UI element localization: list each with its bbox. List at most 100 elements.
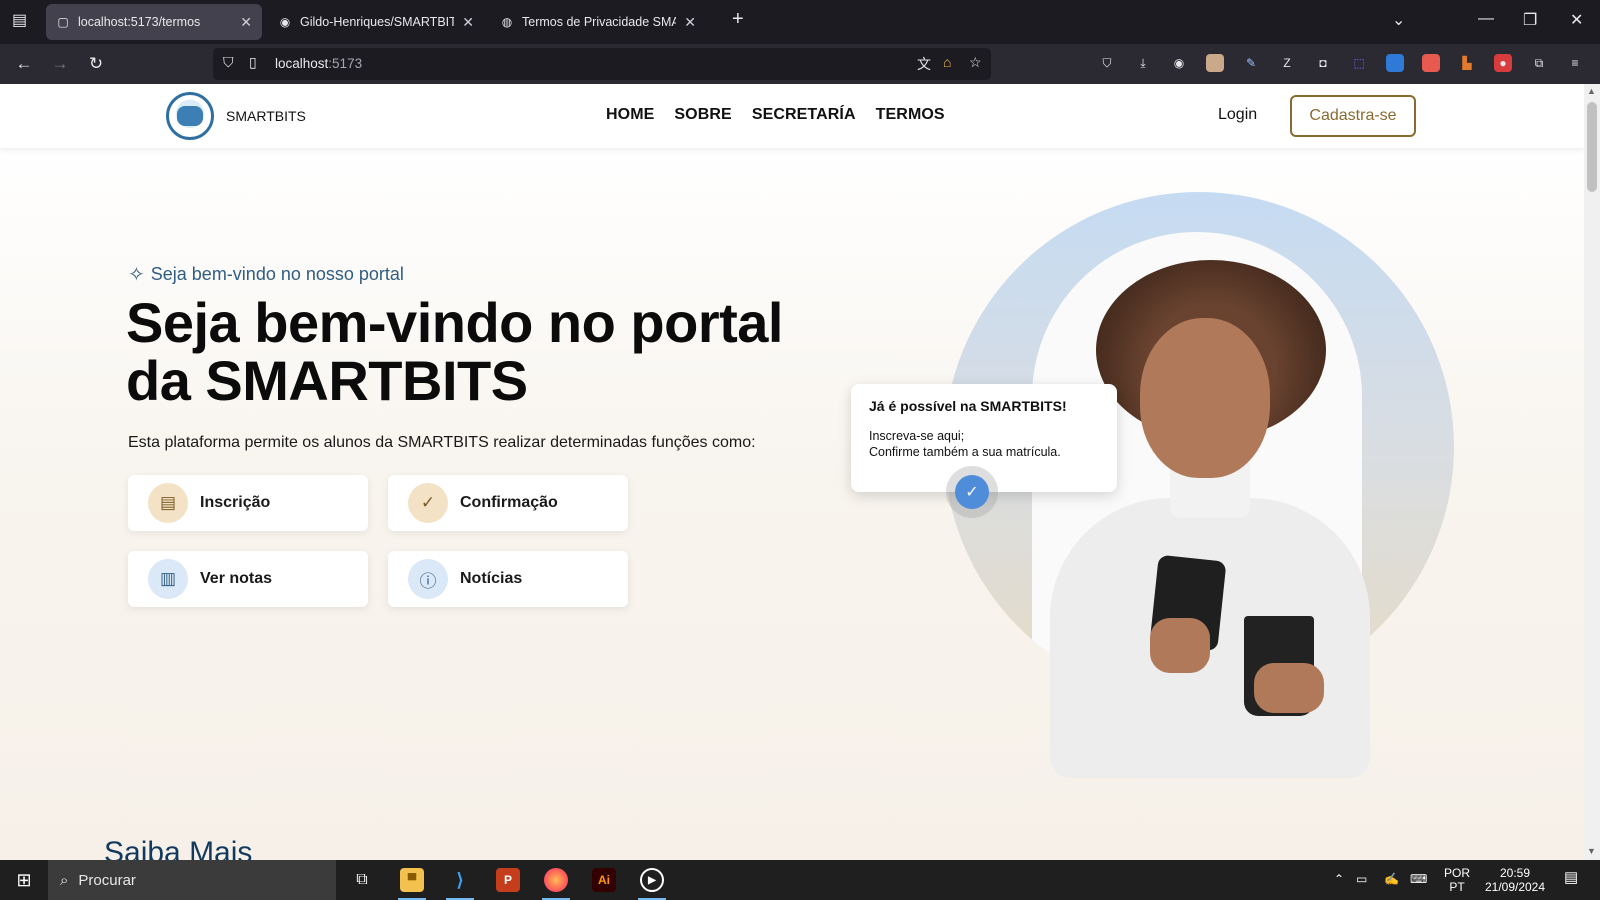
notifications-icon[interactable]: ▤	[1564, 870, 1578, 885]
hero-description: Esta plataforma permite os alunos da SMA…	[128, 434, 756, 451]
nav-home[interactable]: HOME	[606, 106, 654, 124]
pocket-icon[interactable]: ⛉	[1098, 54, 1116, 72]
signup-button[interactable]: Cadastra-se	[1290, 95, 1416, 137]
card-label: Inscrição	[200, 494, 271, 511]
tagline-text: Seja bem-vindo no nosso portal	[150, 264, 404, 284]
hero-tagline: ✧ Seja bem-vindo no nosso portal	[128, 262, 404, 287]
firefox-logo-icon	[544, 868, 568, 892]
tray-chevron-icon[interactable]: ⌃	[1334, 872, 1344, 886]
popup-check-badge: ✓	[946, 466, 998, 518]
account-icon[interactable]: ◉	[1170, 54, 1188, 72]
tab-title: localhost:5173/termos	[78, 15, 201, 29]
card-label: Ver notas	[200, 570, 273, 587]
clock-date: 21/09/2024	[1484, 880, 1546, 894]
clock[interactable]: 20:59 21/09/2024	[1480, 866, 1550, 894]
meet-now-icon[interactable]: ▭	[1356, 872, 1367, 886]
file-explorer-icon[interactable]: ▀	[390, 860, 434, 900]
close-tab-icon[interactable]: ✕	[684, 14, 696, 31]
language-code: POR	[1444, 866, 1471, 880]
tab-title: Gildo-Henriques/SMARTBITS: P	[300, 15, 455, 29]
section-title-saiba-mais: Saiba Mais	[104, 836, 253, 860]
check-circle-icon: ✓	[408, 483, 448, 523]
extensions-puzzle-icon[interactable]: ⧉	[1530, 54, 1548, 72]
scroll-down-icon[interactable]: ▼	[1587, 846, 1596, 856]
url-text[interactable]: localhost:5173	[275, 56, 362, 71]
page-icon: ▢	[57, 15, 69, 29]
notes-extension-icon[interactable]	[1422, 54, 1440, 72]
bookmark-star-icon[interactable]: ☆	[969, 54, 982, 71]
download-icon[interactable]: ⤓	[1134, 54, 1152, 72]
site-header: SMARTBITS HOME SOBRE SECRETARÍA TERMOS L…	[0, 84, 1584, 148]
search-icon: ⌕	[60, 871, 69, 889]
close-window-icon[interactable]: ✕	[1570, 10, 1583, 30]
keyboard-icon[interactable]: ⌨	[1410, 872, 1427, 886]
main-nav: HOME SOBRE SECRETARÍA TERMOS	[606, 106, 945, 124]
scrollbar-thumb[interactable]	[1587, 102, 1597, 192]
card-ver-notas[interactable]: ▥ Ver notas	[128, 551, 368, 607]
close-tab-icon[interactable]: ✕	[240, 14, 252, 31]
windows-taskbar: ⊞ ⌕ Procurar ⧉ ▀ ⟩ P Ai ▶ ⌃ ▭ ✍ ⌨ POR PT…	[0, 860, 1600, 900]
logo-mark	[177, 106, 203, 126]
pen-extension-icon[interactable]: ✎	[1242, 54, 1260, 72]
url-bar[interactable]: ⛉ ▯ localhost:5173 文 ⌂ ☆	[213, 48, 991, 80]
popup-line: Inscreva-se aqui;	[869, 429, 965, 443]
powerpoint-icon[interactable]: P	[486, 860, 530, 900]
document-extension-icon[interactable]	[1386, 54, 1404, 72]
tab-github[interactable]: ◉ Gildo-Henriques/SMARTBITS: P ✕	[268, 4, 484, 40]
restore-icon[interactable]: ❐	[1523, 10, 1537, 30]
shield-icon[interactable]: ⛉	[223, 54, 234, 71]
minimize-icon[interactable]: —	[1478, 10, 1494, 28]
back-icon[interactable]: ←	[12, 52, 36, 76]
taskbar-search[interactable]: ⌕ Procurar	[48, 860, 336, 900]
new-tab-icon[interactable]: +	[732, 8, 744, 31]
illustrator-icon[interactable]: Ai	[582, 860, 626, 900]
task-view-icon[interactable]: ⧉	[342, 860, 382, 900]
tab-list-chevron-icon[interactable]: ⌄	[1392, 10, 1405, 30]
checkmark-icon: ✓	[955, 475, 989, 509]
card-confirmacao[interactable]: ✓ Confirmação	[388, 475, 628, 531]
media-player-icon[interactable]: ▶	[630, 860, 674, 900]
menu-icon[interactable]: ≡	[1566, 54, 1584, 72]
selection-extension-icon[interactable]: ⬚	[1350, 54, 1368, 72]
windows-start-icon[interactable]: ⊞	[0, 860, 48, 900]
tab-termos-privacidade[interactable]: ◍ Termos de Privacidade SMARTB ✕	[490, 4, 706, 40]
card-noticias[interactable]: ⓘ Notícias	[388, 551, 628, 607]
url-host: localhost	[275, 56, 329, 71]
extension-avatar-icon[interactable]	[1206, 54, 1224, 72]
browser-nav-bar: ← → ↻ ⛉ ▯ localhost:5173 文 ⌂ ☆ ⛉ ⤓ ◉ ✎ Z…	[0, 44, 1600, 84]
card-inscricao[interactable]: ▤ Inscrição	[128, 475, 368, 531]
analytics-extension-icon[interactable]: ▙	[1458, 54, 1476, 72]
home-extension-icon[interactable]: ⌂	[943, 54, 951, 70]
nav-secretaria[interactable]: SECRETARÍA	[752, 106, 856, 124]
id-card-icon: ▤	[148, 483, 188, 523]
nav-sobre[interactable]: SOBRE	[674, 106, 731, 124]
hero-section: ✧ Seja bem-vindo no nosso portal Seja be…	[0, 148, 1584, 860]
info-icon: ⓘ	[408, 559, 448, 599]
nav-termos[interactable]: TERMOS	[876, 106, 945, 124]
close-tab-icon[interactable]: ✕	[462, 14, 474, 31]
page-viewport: SMARTBITS HOME SOBRE SECRETARÍA TERMOS L…	[0, 84, 1584, 860]
tab-overview-icon[interactable]: ▤	[12, 10, 27, 30]
screenshot-icon[interactable]: ◘	[1314, 54, 1332, 72]
language-indicator[interactable]: POR PT	[1444, 866, 1470, 894]
smartbits-logo[interactable]	[166, 92, 214, 140]
globe-icon: ◍	[501, 15, 513, 29]
record-extension-icon[interactable]: ●	[1494, 54, 1512, 72]
translate-icon[interactable]: 文	[917, 54, 931, 74]
popup-line: Confirme também a sua matrícula.	[869, 445, 1061, 459]
forward-icon[interactable]: →	[48, 52, 72, 76]
login-link[interactable]: Login	[1218, 106, 1257, 124]
zotero-icon[interactable]: Z	[1278, 54, 1296, 72]
vscode-icon[interactable]: ⟩	[438, 860, 482, 900]
tab-localhost-termos[interactable]: ▢ localhost:5173/termos ✕	[46, 4, 262, 40]
search-placeholder: Procurar	[78, 871, 136, 889]
page-info-icon[interactable]: ▯	[249, 54, 257, 71]
scroll-up-icon[interactable]: ▲	[1587, 86, 1596, 96]
brand-name[interactable]: SMARTBITS	[226, 108, 306, 124]
firefox-icon[interactable]	[534, 860, 578, 900]
reload-icon[interactable]: ↻	[84, 52, 108, 76]
pen-icon[interactable]: ✍	[1384, 872, 1399, 886]
card-label: Notícias	[460, 570, 523, 587]
page-scrollbar[interactable]: ▲ ▼	[1584, 84, 1600, 860]
url-port: :5173	[328, 56, 363, 71]
